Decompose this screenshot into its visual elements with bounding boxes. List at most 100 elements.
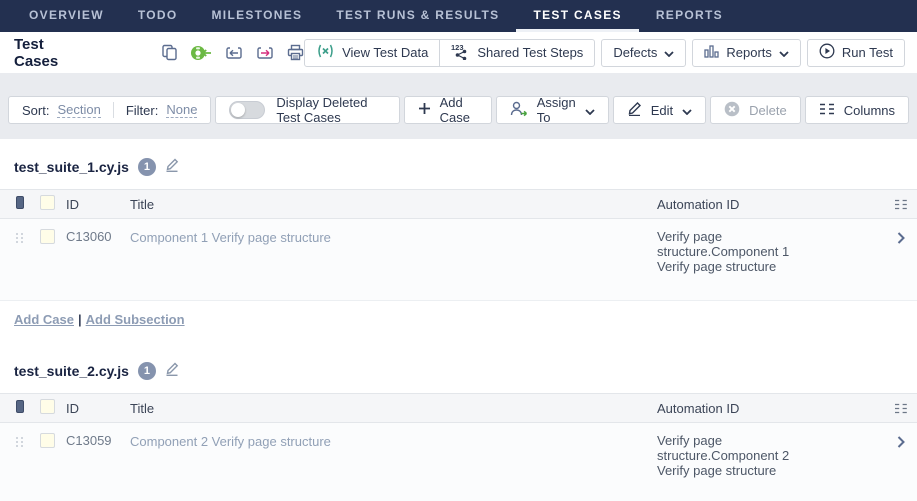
deleted-toggle-label: Display Deleted Test Cases xyxy=(276,95,385,125)
automation-id-value: Verify page structure.Component 2 Verify… xyxy=(657,433,807,478)
section-test-suite-1: test_suite_1.cy.js 1 ID Title Automation… xyxy=(0,139,917,331)
section-links: Add Case | Add Subsection xyxy=(0,301,917,331)
top-nav: OVERVIEW TODO MILESTONES TEST RUNS & RES… xyxy=(0,0,917,32)
chevron-down-icon xyxy=(779,45,789,60)
run-test-label: Run Test xyxy=(842,45,893,60)
edit-button[interactable]: Edit xyxy=(613,96,706,124)
section-test-suite-2: test_suite_2.cy.js 1 ID Title Automation… xyxy=(0,331,917,501)
section-name: test_suite_2.cy.js xyxy=(14,363,129,379)
import-icon[interactable] xyxy=(225,45,243,61)
shared-test-steps-button[interactable]: 123 Shared Test Steps xyxy=(440,39,595,67)
filter-toolbar: Sort: Section Filter: None Display Delet… xyxy=(0,73,917,139)
column-header-title: Title xyxy=(130,401,657,416)
add-case-label: Add Case xyxy=(440,95,478,125)
page-title: Test Cases xyxy=(14,36,65,70)
table-header-row: ID Title Automation ID xyxy=(0,189,917,219)
case-title-link[interactable]: Component 1 Verify page structure xyxy=(130,230,331,245)
display-deleted-toggle[interactable] xyxy=(229,101,265,119)
view-test-data-label: View Test Data xyxy=(342,45,428,60)
columns-icon xyxy=(819,103,835,118)
assign-user-icon xyxy=(510,101,528,120)
sort-filter-panel: Sort: Section Filter: None xyxy=(8,96,211,124)
header-icon-cluster xyxy=(161,44,304,61)
row-select-column-icon[interactable] xyxy=(0,400,40,416)
column-settings-icon[interactable] xyxy=(885,403,917,414)
column-header-id: ID xyxy=(66,197,130,212)
column-header-title: Title xyxy=(130,197,657,212)
play-circle-icon xyxy=(819,43,835,62)
column-header-id: ID xyxy=(66,401,130,416)
assign-to-label: Assign To xyxy=(537,95,576,125)
automation-id-value: Verify page structure.Component 1 Verify… xyxy=(657,229,807,274)
reports-label: Reports xyxy=(726,45,772,60)
row-checkbox[interactable] xyxy=(40,433,55,448)
edit-label: Edit xyxy=(651,103,673,118)
edit-section-icon[interactable] xyxy=(165,157,179,177)
run-test-button[interactable]: Run Test xyxy=(807,39,905,67)
reports-button[interactable]: Reports xyxy=(692,39,801,67)
row-select-column-icon[interactable] xyxy=(0,196,40,212)
columns-button[interactable]: Columns xyxy=(805,96,909,124)
drag-handle[interactable] xyxy=(0,433,40,447)
sort-value-link[interactable]: Section xyxy=(57,102,100,118)
defects-button[interactable]: Defects xyxy=(601,39,686,67)
assign-to-button[interactable]: Assign To xyxy=(496,96,609,124)
add-case-button[interactable]: Add Case xyxy=(404,96,492,124)
shared-test-steps-label: Shared Test Steps xyxy=(477,45,583,60)
tab-todo[interactable]: TODO xyxy=(121,0,195,32)
automation-green-icon[interactable] xyxy=(191,45,212,61)
svg-text:123: 123 xyxy=(451,43,464,52)
select-all-checkbox[interactable] xyxy=(40,195,55,210)
export-icon[interactable] xyxy=(256,45,274,61)
chevron-down-icon xyxy=(664,45,674,60)
delete-circle-icon xyxy=(724,101,740,120)
header-buttons: View Test Data 123 Shared Test Steps Def… xyxy=(304,39,905,67)
chevron-down-icon xyxy=(682,103,692,118)
chevron-right-icon[interactable] xyxy=(885,433,917,448)
column-settings-icon[interactable] xyxy=(885,199,917,210)
link-separator: | xyxy=(78,312,82,327)
filter-label: Filter: xyxy=(126,103,159,118)
test-case-row[interactable]: C13059 Component 2 Verify page structure… xyxy=(0,423,917,501)
section-name: test_suite_1.cy.js xyxy=(14,159,129,175)
filter-value-link[interactable]: None xyxy=(166,102,197,118)
case-count-badge: 1 xyxy=(138,362,156,380)
delete-button[interactable]: Delete xyxy=(710,96,801,124)
edit-section-icon[interactable] xyxy=(165,361,179,381)
select-all-checkbox[interactable] xyxy=(40,399,55,414)
case-title-link[interactable]: Component 2 Verify page structure xyxy=(130,434,331,449)
case-id: C13060 xyxy=(66,229,130,244)
view-test-data-icon xyxy=(316,44,335,61)
row-checkbox[interactable] xyxy=(40,229,55,244)
column-header-automation-id: Automation ID xyxy=(657,401,885,416)
tab-milestones[interactable]: MILESTONES xyxy=(195,0,320,32)
drag-handle[interactable] xyxy=(0,229,40,243)
tab-test-cases[interactable]: TEST CASES xyxy=(516,0,638,32)
defects-label: Defects xyxy=(613,45,657,60)
shared-test-steps-icon: 123 xyxy=(451,43,470,63)
test-case-sections: test_suite_1.cy.js 1 ID Title Automation… xyxy=(0,139,917,501)
chevron-right-icon[interactable] xyxy=(885,229,917,244)
sort-label: Sort: xyxy=(22,103,49,118)
test-case-row[interactable]: C13060 Component 1 Verify page structure… xyxy=(0,219,917,301)
tab-test-runs-results[interactable]: TEST RUNS & RESULTS xyxy=(319,0,516,32)
pencil-icon xyxy=(627,101,642,119)
add-case-link[interactable]: Add Case xyxy=(14,312,74,327)
case-id: C13059 xyxy=(66,433,130,448)
toggle-knob xyxy=(231,103,245,117)
table-header-row: ID Title Automation ID xyxy=(0,393,917,423)
view-test-data-button[interactable]: View Test Data xyxy=(304,39,440,67)
case-count-badge: 1 xyxy=(138,158,156,176)
bar-chart-icon xyxy=(704,45,719,61)
add-subsection-link[interactable]: Add Subsection xyxy=(86,312,185,327)
deleted-toggle-panel: Display Deleted Test Cases xyxy=(215,96,399,124)
column-header-automation-id: Automation ID xyxy=(657,197,885,212)
plus-icon xyxy=(418,102,431,118)
header-toolbar: Test Cases xyxy=(0,32,917,73)
print-icon[interactable] xyxy=(287,44,304,61)
chevron-down-icon xyxy=(585,103,595,118)
tab-reports[interactable]: REPORTS xyxy=(639,0,740,32)
copy-icon[interactable] xyxy=(161,44,178,61)
columns-label: Columns xyxy=(844,103,895,118)
tab-overview[interactable]: OVERVIEW xyxy=(12,0,121,32)
